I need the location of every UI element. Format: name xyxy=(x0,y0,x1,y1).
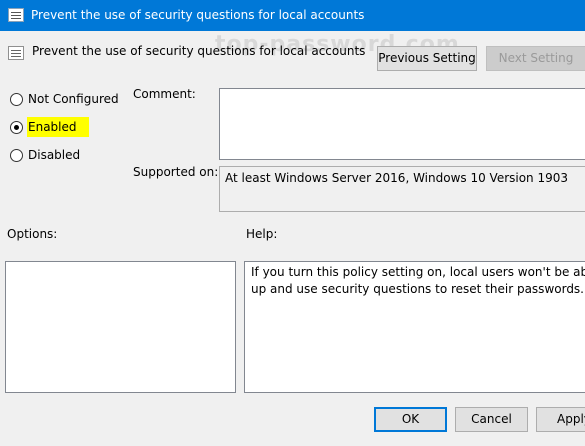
radio-label: Enabled xyxy=(27,117,89,137)
radio-disabled[interactable]: Disabled xyxy=(10,145,80,165)
ok-button[interactable]: OK xyxy=(374,407,447,432)
help-text-line: If you turn this policy setting on, loca… xyxy=(251,265,585,279)
next-setting-button[interactable]: Next Setting xyxy=(486,46,585,71)
radio-label: Not Configured xyxy=(28,92,119,106)
cancel-button[interactable]: Cancel xyxy=(455,407,528,432)
help-pane[interactable]: If you turn this policy setting on, loca… xyxy=(244,261,585,393)
policy-name: Prevent the use of security questions fo… xyxy=(32,44,366,58)
apply-button[interactable]: Apply xyxy=(536,407,585,432)
supported-on-label: Supported on: xyxy=(133,165,219,179)
policy-icon xyxy=(8,8,24,22)
comment-label: Comment: xyxy=(133,87,196,101)
help-text-line: up and use security questions to reset t… xyxy=(251,282,584,296)
radio-circle[interactable] xyxy=(10,92,23,106)
options-pane[interactable] xyxy=(5,261,236,393)
window-title: Prevent the use of security questions fo… xyxy=(31,8,365,22)
radio-circle[interactable] xyxy=(10,148,23,162)
radio-label: Disabled xyxy=(28,148,81,162)
radio-circle-checked[interactable] xyxy=(10,120,23,134)
options-label: Options: xyxy=(7,227,58,241)
setting-icon xyxy=(8,46,24,60)
comment-field[interactable] xyxy=(219,88,585,160)
supported-on-field: At least Windows Server 2016, Windows 10… xyxy=(219,166,585,212)
previous-setting-button[interactable]: Previous Setting xyxy=(377,46,477,71)
radio-not-configured[interactable]: Not Configured xyxy=(10,89,119,109)
radio-enabled[interactable]: Enabled xyxy=(10,117,89,137)
help-label: Help: xyxy=(246,227,278,241)
supported-on-value: At least Windows Server 2016, Windows 10… xyxy=(225,171,569,185)
